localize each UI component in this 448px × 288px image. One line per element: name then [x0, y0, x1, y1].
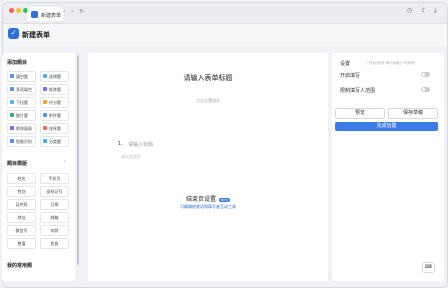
- field-sort[interactable]: 排序题: [40, 123, 69, 134]
- template-id-photo[interactable]: 证件照: [7, 199, 36, 210]
- common-questions-heading: 我的常用题: [7, 263, 33, 269]
- new-badge: NEW: [218, 197, 231, 202]
- enable-filling-toggle[interactable]: [421, 72, 430, 77]
- field-choice[interactable]: 选择题: [40, 71, 69, 82]
- share-icon[interactable]: ⇪: [421, 7, 426, 14]
- field-category[interactable]: 分类题: [40, 136, 69, 147]
- settings-label: 设置: [340, 61, 351, 67]
- template-phone[interactable]: 手机号: [40, 173, 69, 184]
- sort-icon: [43, 126, 47, 130]
- multi-fill-icon: [10, 87, 14, 91]
- app-logo-icon: ✓: [8, 28, 19, 39]
- tab-close-icon[interactable]: ×: [58, 11, 61, 16]
- finish-create-button[interactable]: 完成创建: [335, 122, 438, 131]
- end-page-description[interactable]: 可编辑结束语和填写者互动工具: [88, 204, 328, 210]
- template-ethnicity[interactable]: 民族: [40, 238, 69, 249]
- reload-button[interactable]: ↻: [79, 8, 84, 15]
- template-wechat[interactable]: 微信号: [7, 225, 36, 236]
- field-matrix[interactable]: 矩阵题: [40, 84, 69, 95]
- template-date[interactable]: 日期: [40, 199, 69, 210]
- form-title-input[interactable]: 请输入表单标题: [88, 73, 328, 83]
- keyboard-icon[interactable]: ⌨: [422, 262, 435, 273]
- template-address[interactable]: 地址: [7, 212, 36, 223]
- chevron-up-icon[interactable]: ⌃: [63, 160, 67, 166]
- question-number: 1.: [118, 141, 123, 147]
- settings-hint: ("开启/关闭"单页功能) "可修改": [366, 61, 416, 65]
- restrict-fillers-label: 限制填写人范围: [340, 88, 376, 94]
- question-answer-placeholder: 请在此填写: [121, 154, 141, 159]
- form-description-input[interactable]: 点击设置描述: [88, 98, 328, 104]
- enable-filling-label: 开启填写: [340, 73, 361, 79]
- smart-recognition-icon: [10, 139, 14, 143]
- fill-blank-icon: [10, 74, 14, 78]
- form-canvas: 请输入表单标题 点击设置描述 1. 请输入标题 请在此填写 结束页设置 NEW 可…: [88, 53, 328, 281]
- download-icon[interactable]: ⤓: [434, 7, 437, 15]
- sidebar: 添加题目 填空题 选择题 多项填空 矩阵题 下拉题 评分题 图片题 附件题 矩阵…: [2, 53, 75, 281]
- field-matrix-fill[interactable]: 矩阵填表: [7, 123, 36, 134]
- image-icon: [10, 113, 14, 117]
- field-smart-recognition[interactable]: 智能识别: [7, 136, 36, 147]
- template-number[interactable]: 数值: [7, 238, 36, 249]
- template-name[interactable]: 姓名: [7, 173, 36, 184]
- end-page-settings[interactable]: 结束页设置 NEW: [88, 194, 328, 203]
- field-image[interactable]: 图片题: [7, 110, 36, 121]
- end-page-title[interactable]: 结束页设置: [186, 196, 216, 203]
- settings-panel: 设置 ("开启/关闭"单页功能) "可修改" 开启填写 限制填写人范围 预览 保…: [332, 53, 444, 281]
- forward-button[interactable]: ›: [71, 8, 73, 15]
- matrix-icon: [43, 87, 47, 91]
- field-dropdown[interactable]: 下拉题: [7, 97, 36, 108]
- template-id-number[interactable]: 身份证号: [40, 186, 69, 197]
- save-draft-button[interactable]: 保存草稿: [388, 108, 438, 119]
- template-gender[interactable]: 性别: [7, 186, 36, 197]
- matrix-fill-icon: [10, 126, 14, 130]
- title-bar: 新建表单 × ‹ › ↻ ◷ ⇪ ⤓: [3, 3, 447, 24]
- add-question-heading: 添加题目: [7, 60, 28, 66]
- choice-icon: [43, 74, 47, 78]
- field-fill-blank[interactable]: 填空题: [7, 71, 36, 82]
- tab-favicon-icon: [31, 11, 38, 18]
- close-window-button[interactable]: [9, 8, 14, 13]
- page-title: 新建表单: [22, 31, 50, 39]
- browser-tab[interactable]: 新建表单 ×: [27, 7, 63, 21]
- question-title-input[interactable]: 请输入标题: [128, 141, 153, 148]
- app-header: ✓ 新建表单: [3, 24, 447, 46]
- template-email[interactable]: 邮箱: [40, 212, 69, 223]
- restrict-fillers-toggle[interactable]: [421, 87, 430, 92]
- minimize-window-button[interactable]: [16, 8, 21, 13]
- field-attachment[interactable]: 附件题: [40, 110, 69, 121]
- field-rating[interactable]: 评分题: [40, 97, 69, 108]
- attachment-icon: [43, 113, 47, 117]
- field-multi-fill[interactable]: 多项填空: [7, 84, 36, 95]
- category-icon: [43, 139, 47, 143]
- preview-button[interactable]: 预览: [335, 108, 385, 119]
- clock-icon[interactable]: ◷: [407, 7, 412, 14]
- sidebar-scrollbar[interactable]: [77, 55, 79, 265]
- template-age[interactable]: 年龄: [40, 225, 69, 236]
- back-button[interactable]: ‹: [63, 8, 65, 15]
- template-heading: 题目模版: [7, 161, 28, 167]
- rating-icon: [43, 100, 47, 104]
- dropdown-icon: [10, 100, 14, 104]
